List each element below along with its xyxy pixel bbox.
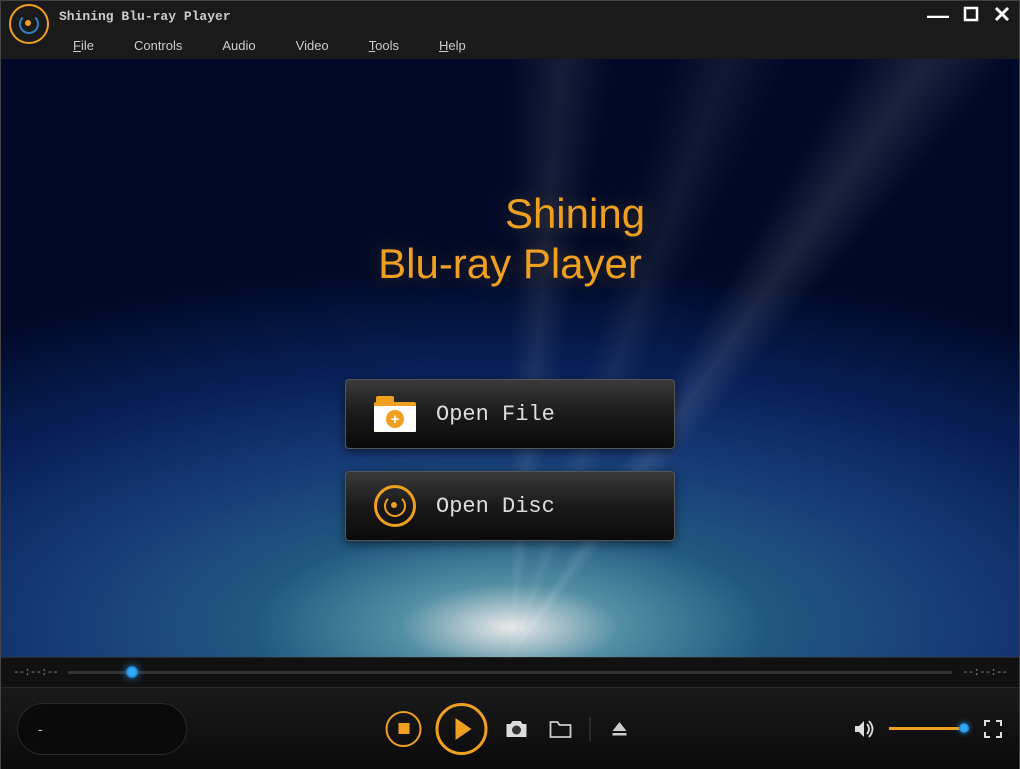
seek-slider[interactable] xyxy=(68,671,952,674)
fullscreen-icon xyxy=(983,719,1003,739)
menu-audio[interactable]: Audio xyxy=(222,38,255,53)
brand-line1: Shining xyxy=(131,189,1019,239)
folder-icon xyxy=(549,719,573,739)
volume-slider[interactable] xyxy=(889,727,969,730)
stop-icon xyxy=(398,723,409,734)
title-bar: Shining Blu-ray Player — xyxy=(1,1,1019,31)
current-time: --:--:-- xyxy=(13,667,58,679)
menu-help[interactable]: Help xyxy=(439,38,466,53)
open-file-label: Open File xyxy=(436,402,555,427)
right-controls xyxy=(853,719,1003,739)
control-bar: - xyxy=(1,687,1019,769)
video-area: Shining Blu-ray Player + Open File Open … xyxy=(1,59,1019,657)
window-controls: — xyxy=(927,3,1011,29)
volume-button[interactable] xyxy=(853,719,875,739)
brand-line2: Blu-ray Player xyxy=(1,239,1019,289)
open-file-button[interactable]: + Open File xyxy=(345,379,675,449)
menu-controls[interactable]: Controls xyxy=(134,38,182,53)
maximize-button[interactable] xyxy=(963,6,979,27)
seek-thumb[interactable] xyxy=(126,666,138,678)
menu-tools[interactable]: Tools xyxy=(369,38,399,53)
eject-button[interactable] xyxy=(605,717,635,741)
minimize-button[interactable]: — xyxy=(927,3,949,29)
app-logo-icon xyxy=(9,4,49,44)
info-display: - xyxy=(17,703,187,755)
menu-file[interactable]: File xyxy=(73,38,94,53)
total-time: --:--:-- xyxy=(962,667,1007,679)
folder-add-icon: + xyxy=(374,396,416,432)
brand-overlay: Shining Blu-ray Player xyxy=(1,189,1019,290)
camera-icon xyxy=(504,719,530,739)
volume-thumb[interactable] xyxy=(959,723,969,733)
open-folder-button[interactable] xyxy=(546,717,576,741)
disc-icon xyxy=(374,485,416,527)
fullscreen-button[interactable] xyxy=(983,719,1003,739)
stop-button[interactable] xyxy=(386,711,422,747)
snapshot-button[interactable] xyxy=(502,717,532,741)
menu-video[interactable]: Video xyxy=(296,38,329,53)
open-disc-label: Open Disc xyxy=(436,494,555,519)
open-disc-button[interactable]: Open Disc xyxy=(345,471,675,541)
close-button[interactable] xyxy=(993,5,1011,28)
progress-bar-area: --:--:-- --:--:-- xyxy=(1,657,1019,687)
eject-icon xyxy=(611,720,629,738)
volume-icon xyxy=(853,719,875,739)
play-icon xyxy=(456,718,472,740)
play-button[interactable] xyxy=(436,703,488,755)
playback-controls xyxy=(386,703,635,755)
control-divider xyxy=(590,717,591,741)
app-title: Shining Blu-ray Player xyxy=(59,9,231,24)
